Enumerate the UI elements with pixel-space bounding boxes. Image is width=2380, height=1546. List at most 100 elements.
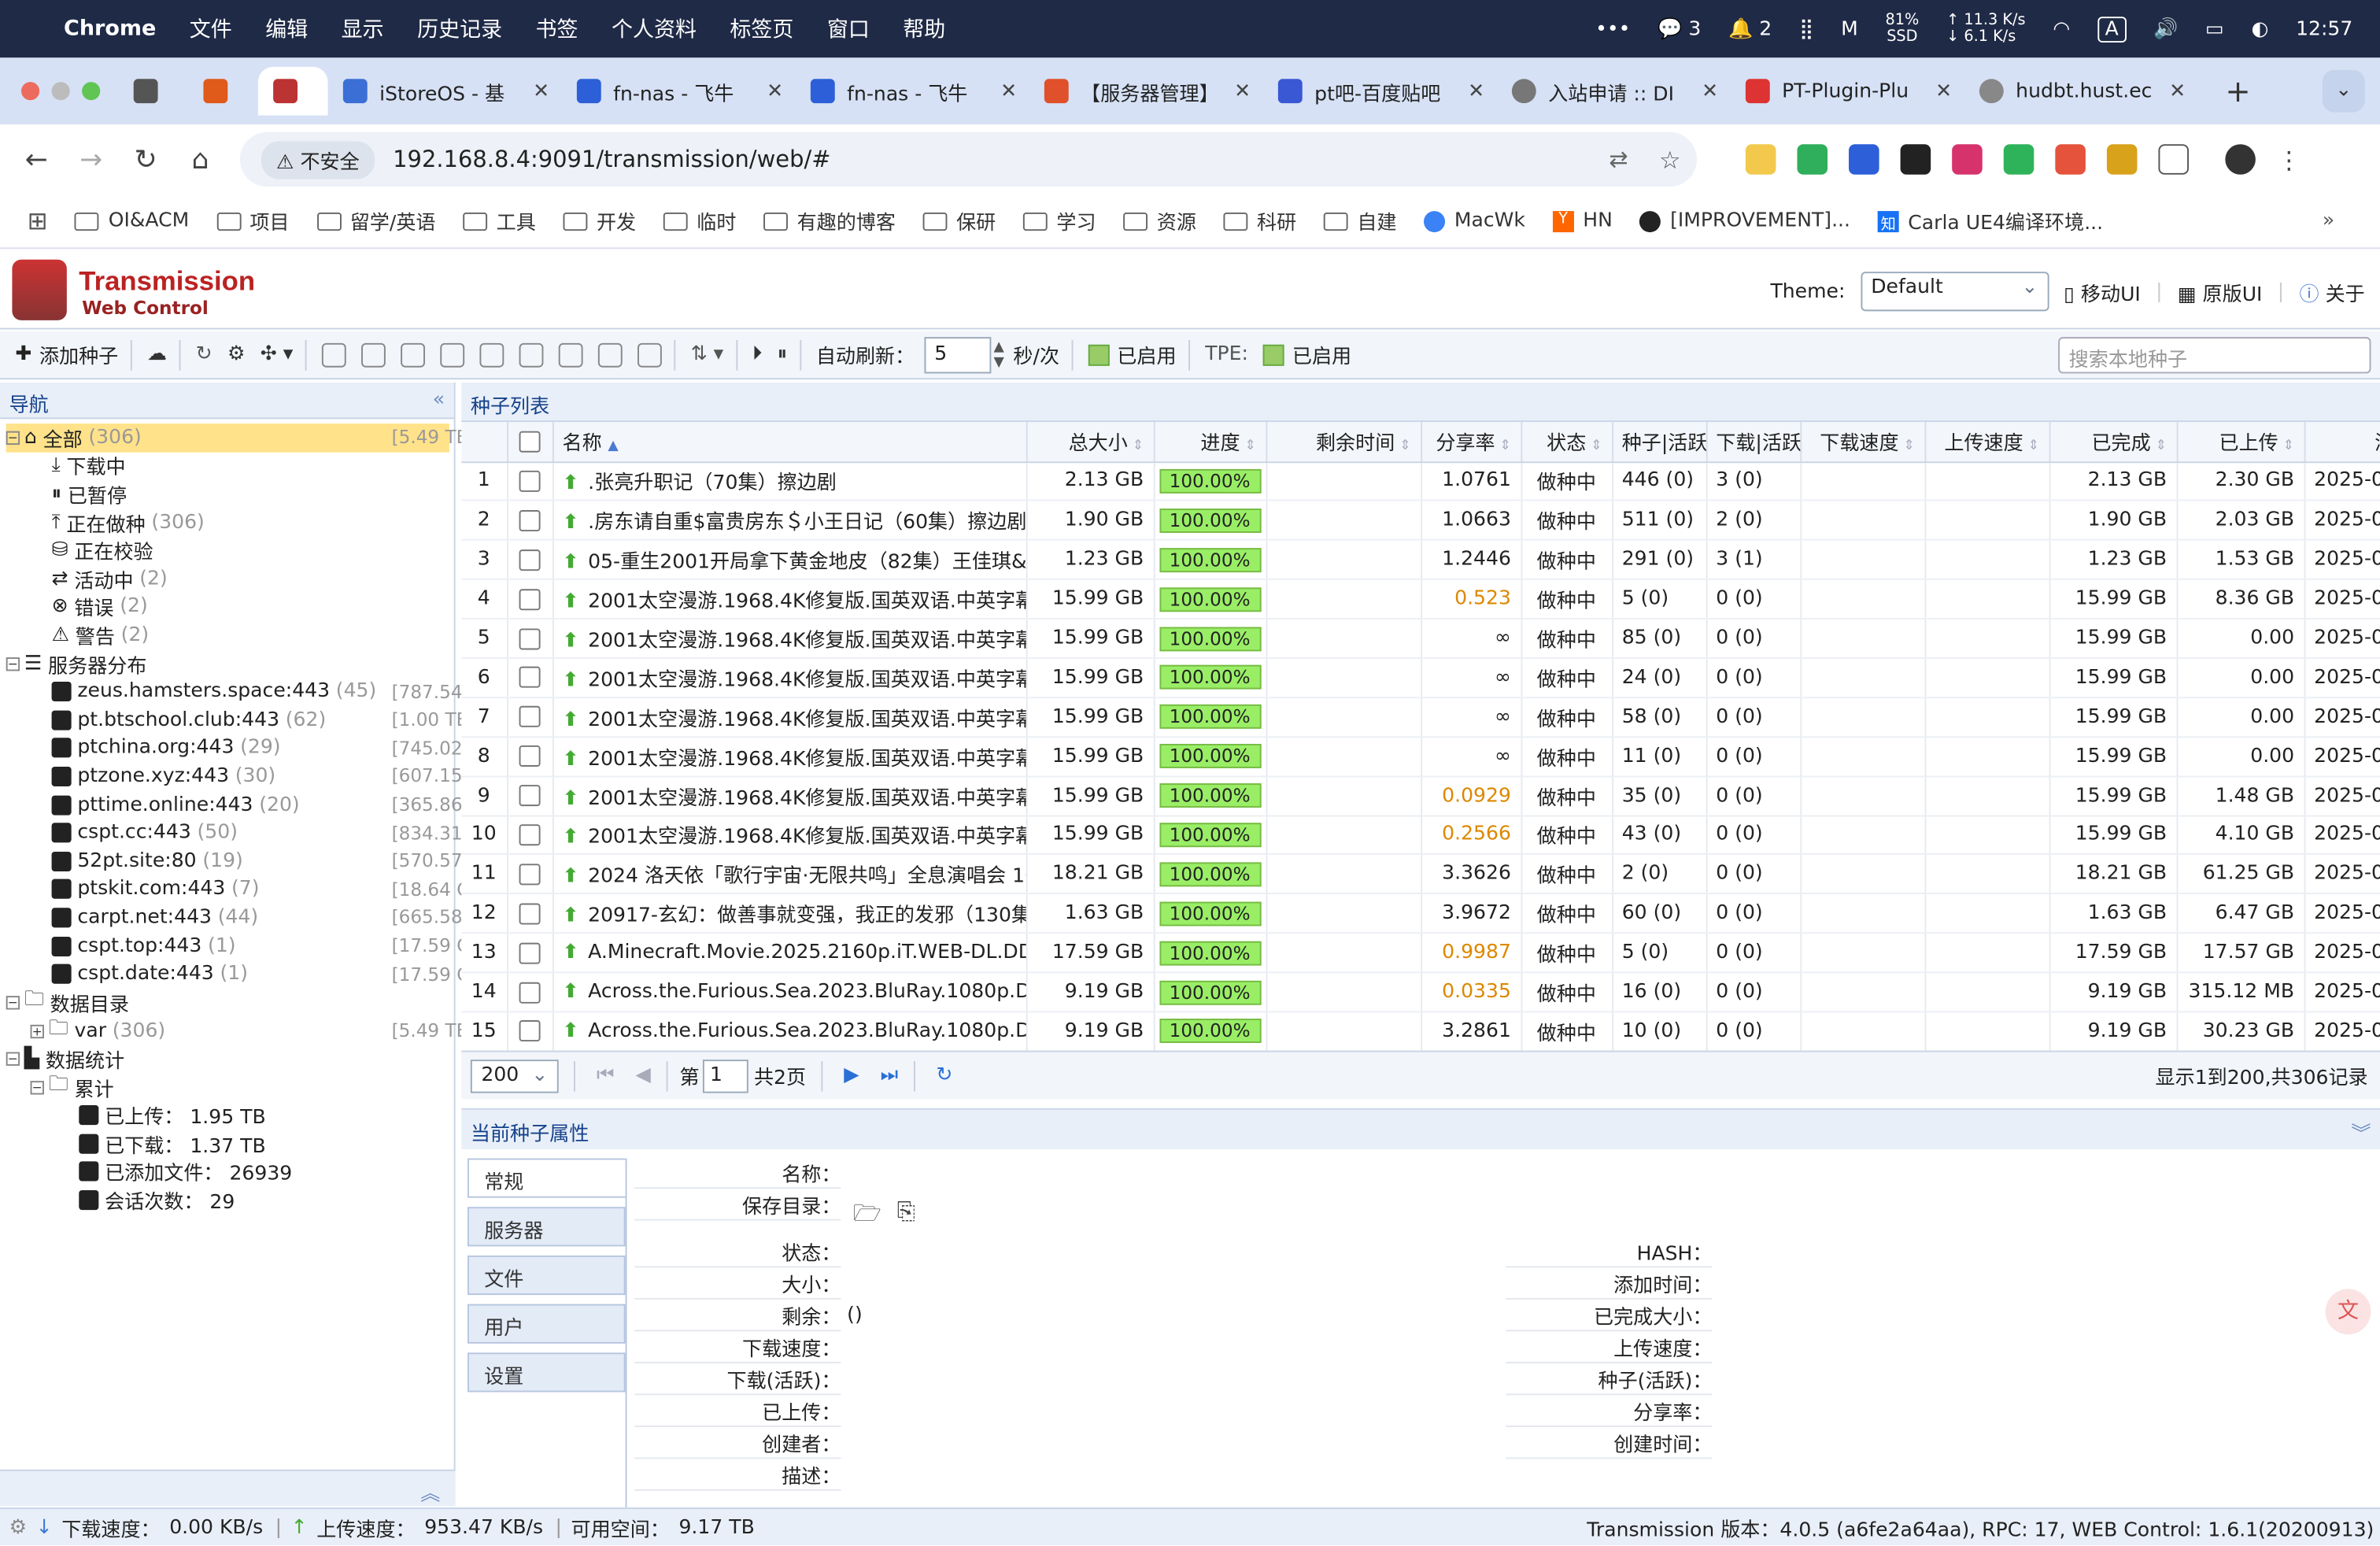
collapse-up-icon[interactable]: ︽ (420, 1478, 440, 1506)
bookmark-folder[interactable]: 资源 (1123, 206, 1196, 235)
extension-3-icon[interactable] (1849, 144, 1879, 175)
next-page-icon[interactable]: ▶ (844, 1064, 859, 1087)
bookmark-folder[interactable]: 有趣的博客 (763, 206, 896, 235)
server-item[interactable]: pttime.online:443 (20) [365.86 GB] (51, 790, 502, 819)
translate-float-icon[interactable]: 文 (2325, 1289, 2371, 1335)
avatar[interactable] (2225, 144, 2256, 175)
gmail-icon[interactable]: M (1841, 17, 1858, 40)
menu-history[interactable]: 历史记录 (417, 13, 502, 44)
menu-app-name[interactable]: Chrome (64, 17, 156, 41)
nav-group-servers[interactable]: − ☰ 服务器分布 (6, 649, 147, 678)
checkbox[interactable] (519, 824, 541, 846)
wechat-icon[interactable]: 💬 3 (1658, 17, 1701, 40)
extension-2-icon[interactable] (1797, 144, 1828, 175)
torrent-name[interactable]: ⬆ Across.the.Furious.Sea.2023.BluRay.1080… (552, 972, 1027, 1013)
bell-icon[interactable]: 🔔 2 (1728, 17, 1772, 40)
nav-item-seeding[interactable]: ⤒ 正在做种 (306) (52, 509, 205, 537)
bookmark-folder[interactable]: 学习 (1022, 206, 1096, 235)
volume-icon[interactable]: 🔊 (2153, 17, 2178, 40)
tab-search-button[interactable]: ⌄ (2322, 69, 2365, 113)
menu-bookmarks[interactable]: 书签 (536, 13, 578, 44)
zoom-window-button[interactable] (82, 82, 101, 101)
tab-peers[interactable]: 用户 (468, 1304, 626, 1344)
nav-item-checking[interactable]: ⛁ 正在校验 (52, 537, 153, 565)
bookmark-folder[interactable]: 开发 (563, 206, 636, 235)
clock[interactable]: 12:57 (2296, 17, 2352, 40)
collapse-icon[interactable]: − (6, 1052, 20, 1067)
copy-icon[interactable] (638, 342, 662, 367)
table-row[interactable]: 4 ⬆ 2001太空漫游.1968.4K修复版.国英双语.中英字幕￡ 15.99 GB… (461, 579, 2380, 620)
tab-join-request[interactable]: 入站申请 :: DI ✕ (1497, 67, 1731, 116)
torrent-name[interactable]: ⬆ 2001太空漫游.1968.4K修复版.国英双语.中英字幕￡ (552, 775, 1027, 816)
bookmark-star-icon[interactable]: ☆ (1659, 145, 1681, 174)
table-row[interactable]: 1 ⬆ .张亮升职记（70集）擦边剧 2.13 GB 100.00% 1.0761 做种中 4… (461, 461, 2380, 502)
nav-item-active[interactable]: ⇄ 活动中 (2) (52, 564, 168, 594)
about-link[interactable]: ⓘ 关于 (2299, 277, 2364, 306)
mobile-ui-link[interactable]: ▯ 移动UI (2064, 277, 2141, 306)
close-icon[interactable]: ✕ (1000, 80, 1017, 102)
edit-icon[interactable] (401, 342, 426, 367)
torrent-name[interactable]: ⬆ 2001太空漫游.1968.4K修复版.国英双语.中英字幕￡ (552, 697, 1027, 738)
checkbox[interactable] (519, 627, 541, 649)
extensions-puzzle-icon[interactable] (2158, 144, 2190, 175)
last-page-icon[interactable]: ⏭ (881, 1064, 899, 1087)
wifi-icon[interactable]: ◠ (2053, 17, 2070, 40)
torrent-name[interactable]: ⬆ 05-重生2001开局拿下黄金地皮（82集）王佳琪&张 (552, 540, 1027, 581)
server-item[interactable]: 52pt.site:80 (19) [570.57 GB] (51, 847, 502, 875)
table-row[interactable]: 12 ⬆ 20917-玄幻：做善事就变强，我正的发邪（130集） 1.63 GB 100… (461, 893, 2380, 934)
torrent-name[interactable]: ⬆ 2001太空漫游.1968.4K修复版.国英双语.中英字幕￡ (552, 736, 1027, 777)
checkbox[interactable] (519, 470, 541, 492)
column-header[interactable]: 进度 ⇕ (1153, 422, 1267, 463)
menu-profiles[interactable]: 个人资料 (612, 13, 697, 44)
table-row[interactable]: 13 ⬆ A.Minecraft.Movie.2025.2160p.iT.WEB-D… (461, 933, 2380, 974)
sort-icon[interactable]: ⇅ ▾ (691, 343, 724, 366)
expand-icon[interactable]: + (30, 1024, 44, 1038)
row-checkbox[interactable] (507, 893, 553, 934)
table-row[interactable]: 14 ⬆ Across.the.Furious.Sea.2023.BluRay.10… (461, 972, 2380, 1013)
menu-view[interactable]: 显示 (342, 13, 384, 44)
tab-istoreos[interactable]: iStoreOS - 基 ✕ (328, 67, 562, 116)
chrome-menu-icon[interactable]: ⋮ (2277, 145, 2301, 174)
tab-pinned-2[interactable] (188, 67, 258, 116)
column-header[interactable]: 种子|活跃⇕ (1612, 422, 1707, 463)
server-item[interactable]: ptskit.com:443 (7) [18.64 GB] (51, 875, 490, 904)
header-select-all[interactable] (507, 422, 553, 463)
close-icon[interactable]: ✕ (1468, 80, 1484, 102)
nav-group-datadir[interactable]: − 🗀 数据目录 (6, 989, 129, 1017)
server-item[interactable]: ptzone.xyz:443 (30) [607.15 GB] (51, 763, 502, 791)
torrent-name[interactable]: ⬆ 2024 洛天依「歌行宇宙·无限共鸣」全息演唱会 108 (552, 854, 1027, 895)
checkbox[interactable] (519, 588, 541, 610)
input-method-icon[interactable]: A (2097, 16, 2127, 43)
control-center-icon[interactable]: ◐ (2251, 17, 2268, 40)
prev-page-icon[interactable]: ◀ (636, 1064, 651, 1087)
server-item[interactable]: zeus.hamsters.space:443 (45) [787.54 GB] (51, 678, 502, 706)
nav-item-var[interactable]: + 🗀 var (306) [5.49 TB] (30, 1017, 476, 1045)
server-item[interactable]: cspt.cc:443 (50) [834.31 GB] (51, 819, 502, 847)
checkbox[interactable] (519, 903, 541, 925)
close-icon[interactable]: ✕ (1234, 80, 1251, 102)
table-row[interactable]: 15 ⬆ Across.the.Furious.Sea.2023.BluRay.10… (461, 1012, 2380, 1052)
column-header[interactable]: 下载|活跃⇕ (1706, 422, 1802, 463)
tab-baidu-tieba[interactable]: pt吧-百度贴吧 ✕ (1263, 67, 1497, 116)
bookmarks-overflow-icon[interactable]: » (2323, 209, 2334, 232)
collapse-icon[interactable]: − (6, 656, 20, 671)
bookmark-folder[interactable]: 项目 (216, 206, 290, 235)
bookmark-folder[interactable]: 保研 (922, 206, 996, 235)
refresh-interval-input[interactable]: 5 (923, 336, 991, 373)
collapse-left-icon[interactable]: « (433, 389, 445, 412)
menu-help[interactable]: 帮助 (903, 13, 945, 44)
row-checkbox[interactable] (507, 657, 553, 698)
checkbox[interactable] (519, 706, 541, 728)
bookmark-macwk[interactable]: MacWk (1424, 209, 1525, 232)
new-tab-button[interactable]: + (2225, 73, 2250, 109)
column-header[interactable]: 剩余时间 ⇕ (1266, 422, 1422, 463)
collapse-down-icon[interactable]: ︾ (2351, 1117, 2371, 1146)
translate-icon[interactable]: ⇄ (1609, 146, 1628, 173)
recheck-icon[interactable] (479, 342, 504, 367)
original-ui-link[interactable]: ▦ 原版UI (2178, 277, 2263, 306)
table-row[interactable]: 9 ⬆ 2001太空漫游.1968.4K修复版.国英双语.中英字幕￡ 15.99 GB… (461, 775, 2380, 816)
row-checkbox[interactable] (507, 972, 553, 1013)
checkbox[interactable] (519, 785, 541, 807)
table-row[interactable]: 3 ⬆ 05-重生2001开局拿下黄金地皮（82集）王佳琪&张 1.23 GB 100.… (461, 540, 2380, 581)
menu-file[interactable]: 文件 (190, 13, 232, 44)
